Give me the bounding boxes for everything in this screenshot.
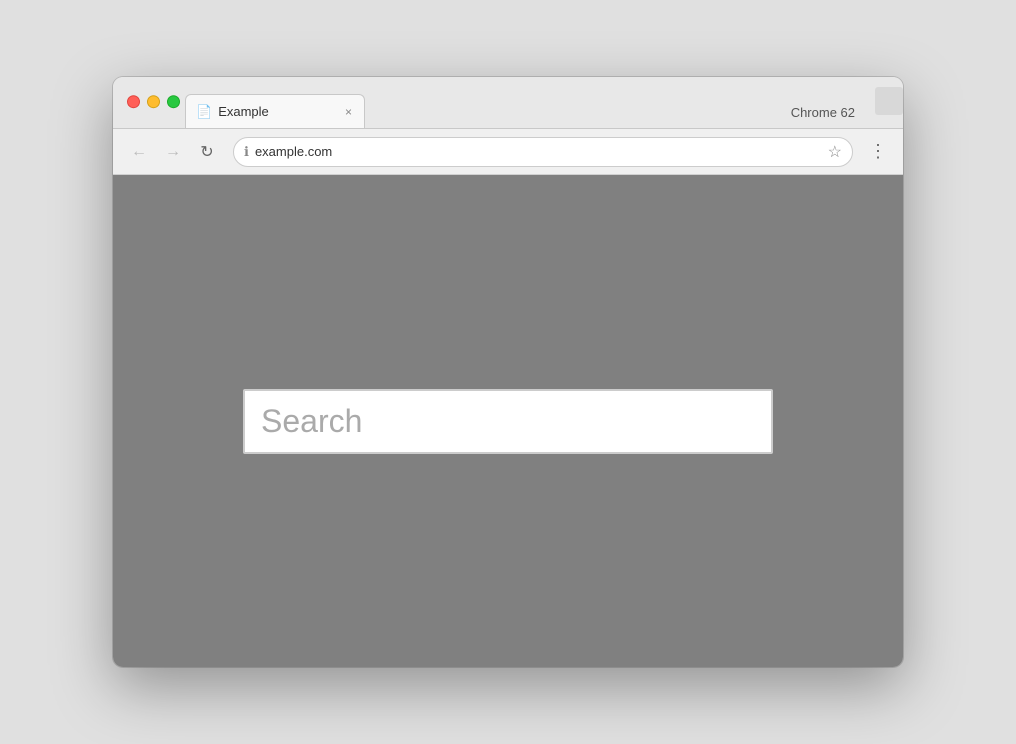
tab-favicon-icon: 📄 bbox=[196, 104, 212, 120]
reload-button[interactable]: ↻ bbox=[193, 138, 221, 166]
page-content bbox=[113, 175, 903, 667]
back-button[interactable]: ← bbox=[125, 138, 153, 166]
chrome-version-label: Chrome 62 bbox=[791, 105, 855, 120]
new-tab-button[interactable] bbox=[875, 87, 903, 115]
back-icon: ← bbox=[131, 143, 147, 161]
address-bar[interactable]: ℹ example.com ☆ bbox=[233, 137, 853, 167]
active-tab[interactable]: 📄 Example × bbox=[185, 94, 365, 128]
forward-button[interactable]: → bbox=[159, 138, 187, 166]
traffic-lights bbox=[127, 95, 180, 108]
menu-dots-icon: ⋮ bbox=[869, 141, 887, 161]
search-input[interactable] bbox=[243, 389, 773, 454]
chrome-menu-button[interactable]: ⋮ bbox=[865, 137, 891, 166]
title-bar: 📄 Example × Chrome 62 bbox=[113, 77, 903, 129]
tab-title: Example bbox=[218, 104, 337, 119]
tab-close-icon[interactable]: × bbox=[343, 103, 354, 121]
bookmark-star-icon[interactable]: ☆ bbox=[828, 142, 842, 162]
maximize-button[interactable] bbox=[167, 95, 180, 108]
reload-icon: ↻ bbox=[200, 142, 213, 162]
tab-area: 📄 Example × bbox=[185, 94, 791, 128]
toolbar: ← → ↻ ℹ example.com ☆ ⋮ bbox=[113, 129, 903, 175]
browser-window: 📄 Example × Chrome 62 ← → ↻ ℹ example.co… bbox=[113, 77, 903, 667]
info-icon: ℹ bbox=[244, 144, 249, 160]
forward-icon: → bbox=[165, 143, 181, 161]
close-button[interactable] bbox=[127, 95, 140, 108]
minimize-button[interactable] bbox=[147, 95, 160, 108]
url-text: example.com bbox=[255, 144, 822, 159]
search-input-wrapper bbox=[243, 389, 773, 454]
